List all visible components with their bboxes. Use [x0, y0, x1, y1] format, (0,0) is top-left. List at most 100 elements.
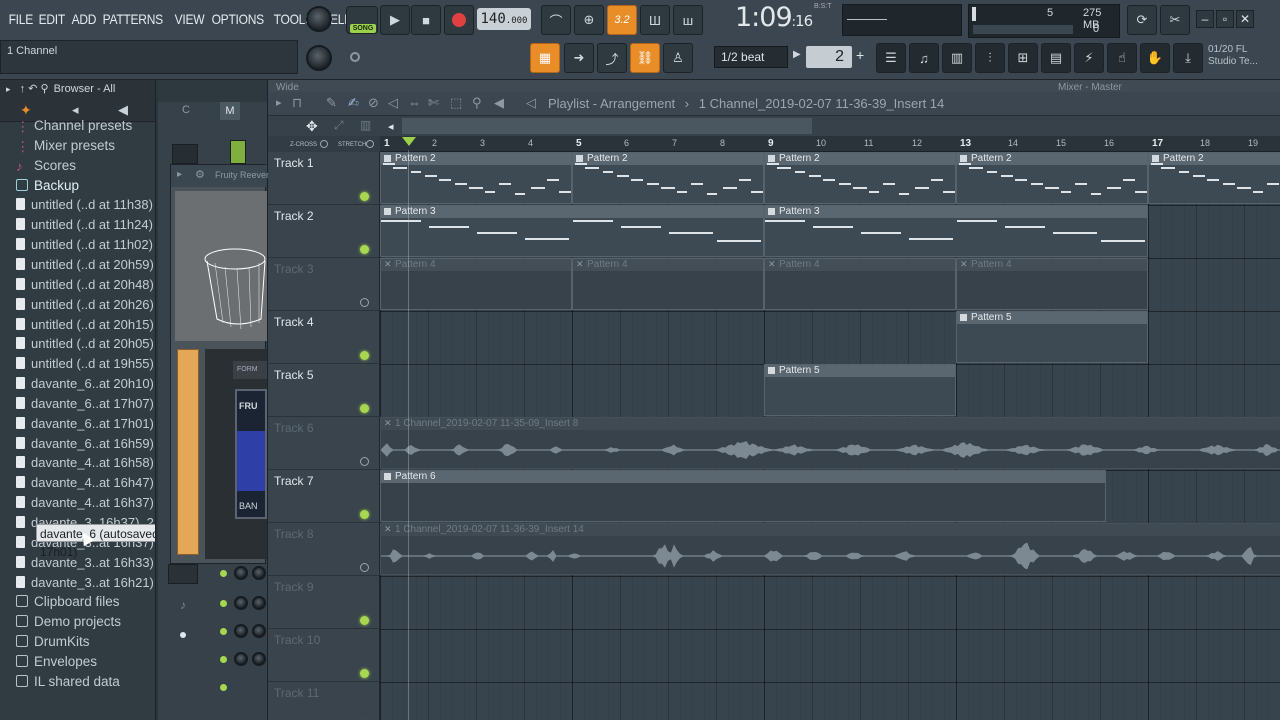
menu-edit[interactable]: EDIT	[36, 11, 68, 27]
track-header[interactable]: Track 2	[268, 205, 380, 258]
maximize-button[interactable]: ▫	[1216, 10, 1234, 28]
clip-pattern-4[interactable]: Pattern 4	[956, 258, 1148, 310]
fl-news-panel[interactable]: 01/20 FL Studio Te...	[1208, 44, 1258, 68]
arrangement-grid[interactable]: Pattern 2 Pattern 2 Pattern 2 Pattern 2 …	[380, 152, 1280, 720]
track-header[interactable]: Track 10	[268, 629, 380, 682]
browser-item[interactable]: untitled (..d at 20h48)	[16, 275, 154, 295]
browser-item[interactable]: ⋮ Channel presets	[16, 116, 132, 136]
zoom-icon[interactable]: ⚲	[472, 95, 482, 111]
track-header[interactable]: Track 1	[268, 152, 380, 205]
clip-pattern-2[interactable]: Pattern 2	[764, 152, 956, 204]
browser-item[interactable]: davante_4..at 16h47)	[16, 473, 154, 493]
browser-item[interactable]: IL shared data	[16, 672, 120, 692]
track-header[interactable]: Track 6	[268, 417, 380, 470]
step-forward-button[interactable]: ➜	[564, 43, 594, 73]
channel-select-led[interactable]	[230, 140, 246, 164]
browser-item[interactable]: davante_6..at 17h01)	[16, 414, 154, 434]
channel-slot-2[interactable]	[168, 564, 198, 584]
browser-item[interactable]: untitled (..d at 20h59)	[16, 255, 154, 275]
clip-pattern-5[interactable]: Pattern 5	[764, 364, 956, 416]
zcross-toggle[interactable]	[320, 140, 328, 148]
clip-pattern-5[interactable]: Pattern 5	[956, 311, 1148, 363]
clip-pattern-3[interactable]: Pattern 3	[380, 205, 764, 257]
close-button[interactable]: ✕	[1236, 10, 1254, 28]
options-arrow-icon[interactable]: ▸	[276, 96, 282, 109]
up-arrow-icon[interactable]: ↑	[20, 83, 26, 95]
menu-file[interactable]: FILE	[6, 11, 36, 27]
mixer-button[interactable]: ⫶	[975, 43, 1005, 73]
browser-item[interactable]: untitled (..d at 11h24)	[16, 215, 153, 235]
track-mute-toggle[interactable]	[360, 563, 369, 572]
browser-item[interactable]: Demo projects	[16, 612, 121, 632]
browser-item[interactable]: davante_4..at 16h58)	[16, 453, 154, 473]
audio-clip-insert-8[interactable]: 1 Channel_2019-02-07 11-35-09_Insert 8	[380, 417, 1280, 469]
piano-roll-button[interactable]: ♫	[909, 43, 939, 73]
track-mute-toggle[interactable]	[360, 669, 369, 678]
browser-item[interactable]: untitled (..d at 11h38)	[16, 195, 153, 215]
browser-item[interactable]: untitled (..d at 11h02)	[16, 235, 153, 255]
browser-item[interactable]: ♪ Scores	[16, 156, 76, 176]
track-header[interactable]: Track 9	[268, 576, 380, 629]
clip-pattern-2[interactable]: Pattern 2	[1148, 152, 1280, 204]
track-mute-toggle[interactable]	[360, 192, 369, 201]
track-mute-toggle[interactable]	[360, 457, 369, 466]
track-mute-toggle[interactable]	[360, 245, 369, 254]
tempo-display[interactable]: 140.000	[477, 8, 531, 30]
slide-button[interactable]: ⤴	[597, 43, 627, 73]
plugin-database-button[interactable]: ⚡	[1074, 43, 1104, 73]
piano-icon[interactable]: ▥	[360, 118, 371, 132]
track-header[interactable]: Track 11	[268, 682, 380, 720]
track-header[interactable]: Track 4	[268, 311, 380, 364]
clip-pattern-3[interactable]: Pattern 3	[764, 205, 1148, 257]
playlist-button[interactable]: ☰	[876, 43, 906, 73]
scale-icon[interactable]: ⤢	[334, 118, 344, 133]
wait-input-button[interactable]: ⊕	[574, 5, 604, 35]
playhead-marker[interactable]	[402, 137, 416, 146]
pencil-icon[interactable]: ✎	[326, 95, 337, 111]
minimize-button[interactable]: –	[1196, 10, 1214, 28]
pattern-selector[interactable]: 2	[806, 46, 852, 68]
track-header[interactable]: Track 8	[268, 523, 380, 576]
browser-item[interactable]: davante_3..at 16h33)	[16, 553, 154, 573]
magnet-icon[interactable]: ⊓	[292, 95, 302, 111]
menu-add[interactable]: ADD	[69, 11, 99, 27]
add-pattern-icon[interactable]: +	[856, 47, 864, 63]
pattern-prev-icon[interactable]: ▶	[793, 49, 801, 60]
menu-patterns[interactable]: PATTERNS	[100, 11, 166, 27]
undo-icon[interactable]: ↶	[28, 83, 37, 95]
stamp-button[interactable]: ♙	[663, 43, 693, 73]
browser-item[interactable]: Clipboard files	[16, 592, 120, 612]
browser-item[interactable]: untitled (..d at 20h15)	[16, 315, 154, 335]
track-mute-toggle[interactable]	[360, 351, 369, 360]
browser-item[interactable]: DrumKits	[16, 632, 90, 652]
clip-pattern-6[interactable]: Pattern 6	[380, 470, 1106, 522]
horizontal-scrollbar[interactable]	[402, 118, 812, 134]
channel-slot[interactable]	[172, 144, 198, 164]
step-edit-button[interactable]: Ш	[640, 5, 670, 35]
master-volume-knob[interactable]	[306, 6, 332, 32]
plugin-gear-icon[interactable]: ⚙	[195, 168, 205, 181]
menu-options[interactable]: OPTIONS	[209, 11, 267, 27]
channel-rack-button[interactable]: ▥	[942, 43, 972, 73]
typing-keyboard-button[interactable]: ▦	[530, 43, 560, 73]
clip-pattern-2[interactable]: Pattern 2	[572, 152, 764, 204]
delete-icon[interactable]: ⊘	[368, 95, 379, 111]
column-m-label[interactable]: M	[220, 102, 240, 120]
master-pitch-knob[interactable]	[306, 45, 332, 71]
touch-button[interactable]: ✋	[1140, 43, 1170, 73]
speaker-icon[interactable]: ◁	[526, 95, 536, 111]
move-icon[interactable]: ✥	[306, 118, 318, 135]
mute-tool-icon[interactable]: ◁	[388, 95, 398, 111]
track-mute-toggle[interactable]	[360, 616, 369, 625]
project-info-button[interactable]: ▤	[1041, 43, 1071, 73]
metronome-button[interactable]: ⌒	[541, 5, 571, 35]
search-icon[interactable]: ⚲	[40, 83, 48, 95]
snap-selector[interactable]: 1/2 beat	[714, 46, 788, 68]
tools-button[interactable]: ✂	[1160, 5, 1190, 35]
track-header[interactable]: Track 3	[268, 258, 380, 311]
playback-icon[interactable]: ◀	[494, 95, 504, 111]
scroll-left-icon[interactable]: ◂	[388, 120, 394, 133]
plugin-picker-button[interactable]: ☝	[1107, 43, 1137, 73]
link-button[interactable]: ⛓	[630, 43, 660, 73]
loop-record-button[interactable]: ш	[673, 5, 703, 35]
